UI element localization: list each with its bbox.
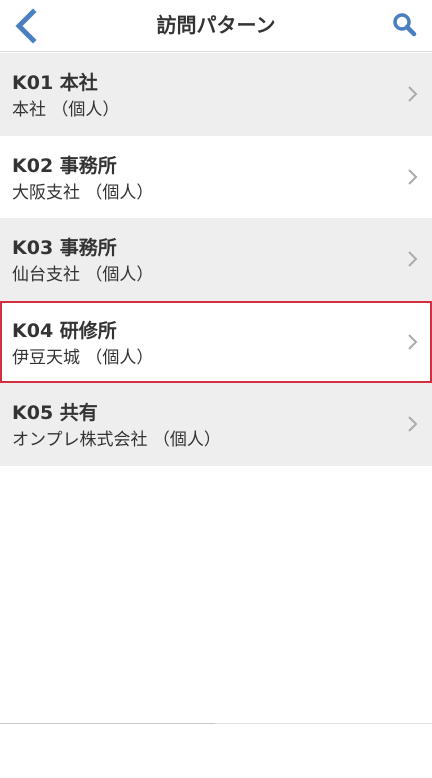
list-item-k03[interactable]: K03 事務所 仙台支社 （個人） <box>0 218 432 301</box>
item-title: K03 事務所 <box>12 237 117 259</box>
header-bar: 訪問パターン <box>0 0 432 52</box>
back-button[interactable] <box>6 4 50 48</box>
item-subtitle: オンプレ株式会社 （個人） <box>12 430 221 450</box>
item-subtitle: 伊豆天城 （個人） <box>12 347 154 368</box>
chevron-left-icon <box>15 8 37 44</box>
item-title: K04 研修所 <box>12 319 117 342</box>
item-title: K02 事務所 <box>12 154 117 177</box>
item-subtitle: 本社 （個人） <box>12 100 120 120</box>
chevron-right-icon <box>408 168 418 185</box>
item-subtitle: 仙台支社 （個人） <box>12 265 154 285</box>
chevron-right-icon <box>408 333 418 350</box>
visit-pattern-list: K01 本社 本社 （個人） K02 事務所 大阪支社 （個人） K03 事務所… <box>0 53 432 466</box>
bottom-bar <box>0 723 432 778</box>
chevron-right-icon <box>408 416 418 432</box>
chevron-right-icon <box>408 251 418 267</box>
list-item-k04[interactable]: K04 研修所 伊豆天城 （個人） <box>0 300 432 383</box>
item-subtitle: 大阪支社 （個人） <box>12 182 154 203</box>
list-item-k01[interactable]: K01 本社 本社 （個人） <box>0 53 432 136</box>
search-icon <box>393 13 417 37</box>
list-item-k02[interactable]: K02 事務所 大阪支社 （個人） <box>0 135 432 218</box>
chevron-right-icon <box>408 86 418 102</box>
item-title: K05 共有 <box>12 402 98 424</box>
page-title: 訪問パターン <box>156 13 276 37</box>
list-item-k05[interactable]: K05 共有 オンプレ株式会社 （個人） <box>0 383 432 466</box>
search-button[interactable] <box>390 10 420 40</box>
bottom-scroll-indicator <box>0 723 215 724</box>
item-title: K01 本社 <box>12 72 98 94</box>
